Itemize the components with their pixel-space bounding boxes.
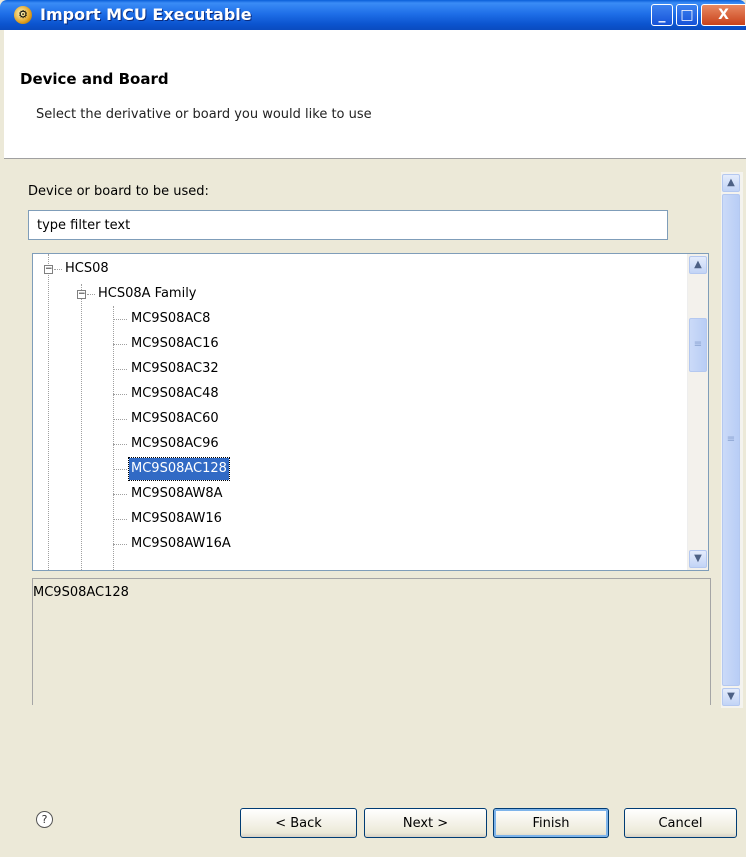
tree-node-label: HCS08A Family [98, 286, 197, 301]
collapse-icon[interactable]: − [77, 290, 86, 299]
chevron-down-icon[interactable]: ▼ [722, 688, 740, 706]
collapse-icon[interactable]: − [44, 265, 53, 274]
page-description: Select the derivative or board you would… [36, 107, 372, 122]
maximize-button[interactable]: □ [676, 4, 698, 26]
minimize-button[interactable]: _ [651, 4, 673, 26]
window-title: Import MCU Executable [40, 5, 252, 24]
title-bar: ⚙ Import MCU Executable _ □ X [0, 0, 746, 30]
chevron-up-icon[interactable]: ▲ [689, 256, 707, 274]
cancel-button[interactable]: Cancel [624, 808, 737, 838]
tree-item-label: MC9S08AC16 [131, 336, 219, 351]
chevron-down-icon[interactable]: ▼ [689, 550, 707, 568]
tree-item-label: MC9S08AC60 [131, 411, 219, 426]
next-button[interactable]: Next > [364, 808, 487, 838]
tree-item-label: MC9S08AC96 [131, 436, 219, 451]
tree-guide-line [113, 306, 114, 570]
page-title: Device and Board [20, 70, 169, 88]
tree-scrollbar[interactable]: ▲ ≡ ▼ [687, 254, 708, 570]
tree-guide-line [81, 284, 82, 570]
tree-item-label: MC9S08AC8 [131, 311, 211, 326]
tree-item-label: MC9S08AC128 [128, 457, 230, 481]
tree-node-label: HCS08 [65, 261, 109, 276]
close-button[interactable]: X [701, 4, 746, 26]
page-scrollbar[interactable]: ▲ ≡ ▼ [721, 172, 743, 708]
filter-input[interactable] [28, 210, 668, 240]
help-icon[interactable]: ? [36, 811, 53, 828]
back-button[interactable]: < Back [240, 808, 357, 838]
finish-button[interactable]: Finish [493, 808, 609, 838]
wizard-header: Device and Board Select the derivative o… [4, 30, 746, 159]
tree-item-label: MC9S08AW16A [131, 536, 231, 551]
tree-item-label: MC9S08AW16 [131, 511, 222, 526]
device-description: MC9S08AC128 [33, 585, 129, 600]
device-description-area: MC9S08AC128 [32, 578, 711, 705]
app-icon: ⚙ [14, 6, 32, 24]
tree-guide-line [48, 254, 49, 570]
device-tree[interactable]: − HCS08 − HCS08A Family MC9S08AC8 MC9S08… [32, 253, 709, 571]
tree-item-label: MC9S08AW8A [131, 486, 223, 501]
tree-item-label: MC9S08AC32 [131, 361, 219, 376]
scroll-thumb[interactable]: ≡ [689, 318, 707, 372]
chevron-up-icon[interactable]: ▲ [722, 174, 740, 192]
scroll-thumb[interactable]: ≡ [722, 194, 740, 686]
device-label: Device or board to be used: [28, 184, 209, 199]
tree-item-label: MC9S08AC48 [131, 386, 219, 401]
